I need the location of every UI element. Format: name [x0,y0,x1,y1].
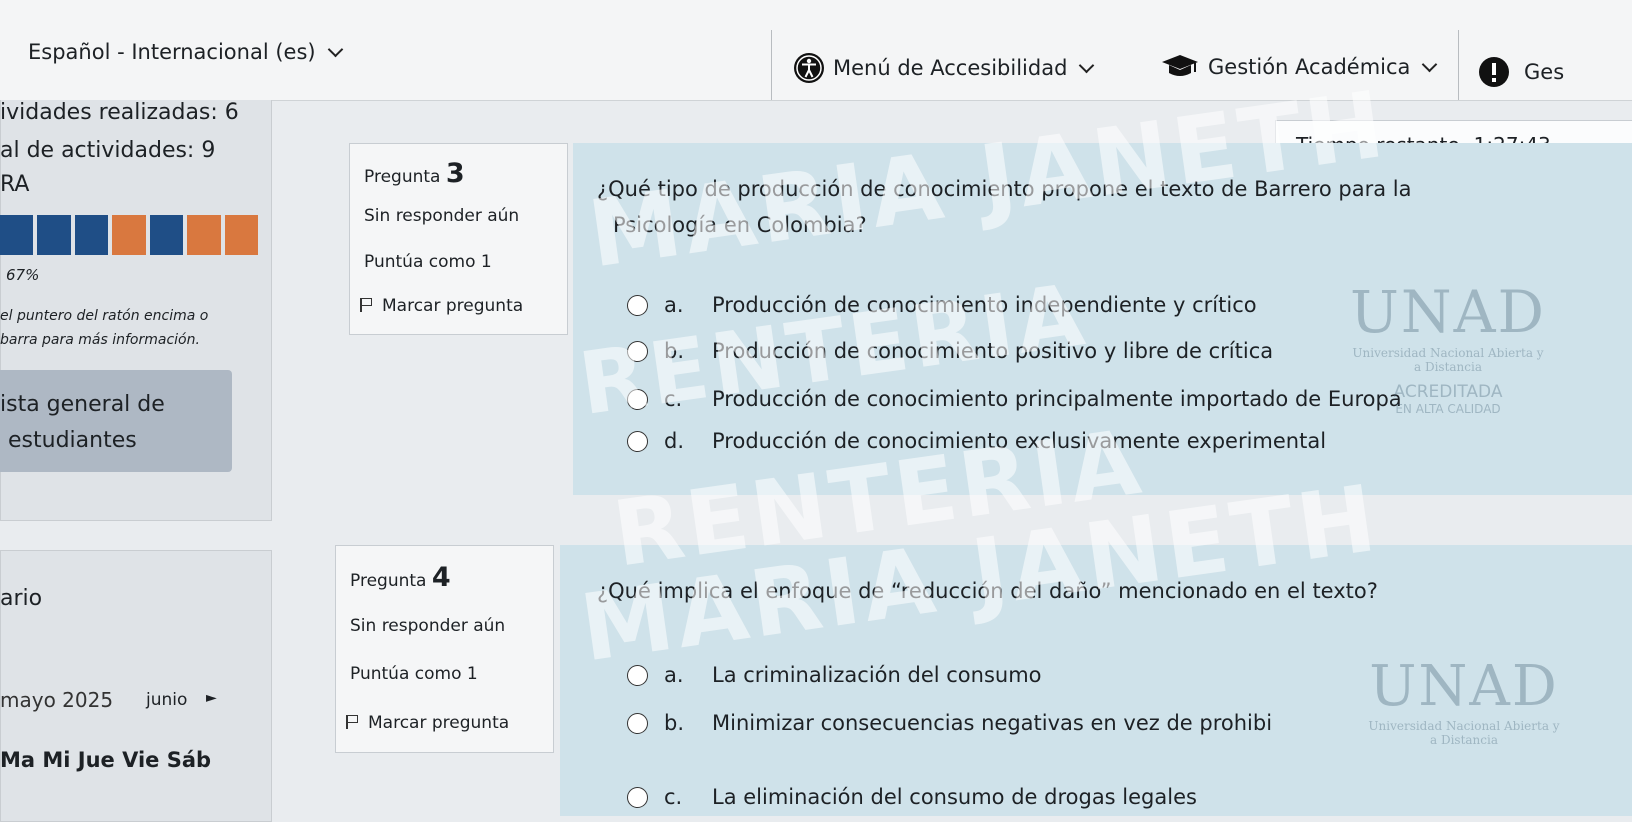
progress-segment [112,215,146,255]
radio-icon[interactable] [627,664,648,686]
unad-logo: UNAD Universidad Nacional Abierta y a Di… [1348,278,1548,416]
progress-segment [187,215,221,255]
logo-subtitle: Universidad Nacional Abierta y a Distanc… [1352,346,1544,374]
language-menu[interactable]: Español - Internacional (es) [28,40,343,64]
report-label-1: ista general de [0,392,165,417]
question-text-line-1: ¿Qué tipo de producción de conocimiento … [597,177,1412,201]
report-label-2: estudiantes [8,428,137,453]
answer-option[interactable]: c. La eliminación del consumo de drogas … [627,785,1197,809]
question-score: Puntúa como 1 [364,252,492,272]
question-number: Pregunta 3 [364,158,465,189]
progress-segment [224,215,258,255]
progress-percent: 67% [6,266,40,284]
logo-accreditation: ACREDITADA [1393,382,1503,402]
answer-option[interactable]: c. Producción de conocimiento principalm… [627,387,1402,411]
academic-menu[interactable]: Gestión Académica [1160,52,1438,82]
activity-progress-bar[interactable] [0,215,258,255]
answer-letter: c. [664,387,683,411]
hint-line-2: barra para más información. [0,332,200,348]
calendar-month: mayo 2025 [0,688,114,712]
question-3-info: Pregunta 3 Sin responder aún Puntúa como… [349,143,568,335]
chevron-down-icon [1079,57,1095,74]
accessibility-icon [794,53,824,83]
navbar-divider [771,30,772,100]
activities-done: ividades realizadas: 6 [0,100,239,125]
answer-letter: d. [664,429,685,453]
question-status: Sin responder aún [350,616,506,636]
flag-label: Marcar pregunta [382,296,524,316]
next-month-arrow-icon[interactable]: ► [206,690,217,706]
question-text-line-2: Psicología en Colombia? [613,213,867,237]
answer-letter: b. [664,339,685,363]
gestion-label: Ges [1524,60,1565,84]
answer-text: La eliminación del consumo de drogas leg… [712,785,1197,809]
flag-question-button[interactable]: Marcar pregunta [360,296,523,316]
progress-segment [37,215,71,255]
question-label: Pregunta [350,571,427,591]
chevron-down-icon [1422,56,1438,73]
unad-logo: UNAD Universidad Nacional Abierta y a Di… [1364,654,1564,747]
top-navbar: Español - Internacional (es) Menú de Acc… [0,0,1632,101]
radio-icon[interactable] [627,340,648,362]
radio-icon[interactable] [627,294,648,316]
activity-header: RA [0,172,30,197]
logo-accreditation-2: EN ALTA CALIDAD [1395,402,1501,416]
answer-option[interactable]: b. Producción de conocimiento positivo y… [627,339,1273,363]
progress-segment [149,215,184,255]
flag-icon [346,715,360,729]
language-label: Español - Internacional (es) [28,40,316,64]
flag-icon [360,298,374,312]
calendar-title: ario [0,586,43,611]
logo-name: UNAD [1349,278,1547,346]
left-sidebar: ividades realizadas: 6 al de actividades… [0,100,282,822]
answer-letter: c. [664,785,683,809]
question-number: Pregunta 4 [350,562,451,593]
logo-name: UNAD [1369,654,1559,719]
flag-question-button[interactable]: Marcar pregunta [346,713,509,733]
answer-option[interactable]: a. La criminalización del consumo [627,663,1042,687]
academic-label: Gestión Académica [1208,55,1411,79]
answer-text: Minimizar consecuencias negativas en vez… [712,711,1273,735]
student-overview-button[interactable]: ista general de estudiantes [0,370,232,472]
chevron-down-icon [327,41,343,58]
radio-icon[interactable] [627,388,648,410]
question-label: Pregunta [364,167,441,187]
answer-option[interactable]: b. Minimizar consecuencias negativas en … [627,711,1272,735]
question-text-line-1: ¿Qué implica el enfoque de “reducción de… [597,579,1378,603]
answer-letter: a. [664,663,684,687]
radio-icon[interactable] [627,786,648,808]
answer-letter: a. [664,293,684,317]
hint-line-1: el puntero del ratón encima o [0,308,209,324]
activities-total: al de actividades: 9 [0,138,216,163]
question-number-value: 3 [445,158,465,189]
answer-option[interactable]: d. Producción de conocimiento exclusivam… [627,429,1326,453]
accessibility-label: Menú de Accesibilidad [833,56,1068,80]
graduation-cap-icon [1162,55,1198,76]
calendar-weekdays: Ma Mi Jue Vie Sáb [0,748,212,772]
answer-text: Producción de conocimiento independiente… [712,293,1257,317]
question-number-value: 4 [431,562,451,593]
answer-text: Producción de conocimiento principalment… [712,387,1402,411]
progress-segment [74,215,109,255]
answer-text: Producción de conocimiento exclusivament… [712,429,1327,453]
answer-text: Producción de conocimiento positivo y li… [712,339,1274,363]
radio-icon[interactable] [627,430,648,452]
radio-icon[interactable] [627,712,648,734]
question-4-info: Pregunta 4 Sin responder aún Puntúa como… [335,545,554,753]
calendar-next-month[interactable]: junio [146,690,187,710]
question-status: Sin responder aún [364,206,520,226]
accessibility-menu[interactable]: Menú de Accesibilidad [793,52,1095,84]
answer-letter: b. [664,711,685,735]
progress-segment [0,215,34,255]
answer-option[interactable]: a. Producción de conocimiento independie… [627,293,1257,317]
answer-text: La criminalización del consumo [712,663,1042,687]
navbar-divider [1458,30,1459,100]
question-score: Puntúa como 1 [350,664,478,684]
flag-label: Marcar pregunta [368,713,510,733]
alert-icon [1479,57,1509,87]
gestion-menu[interactable]: Ges [1478,56,1564,88]
logo-subtitle: Universidad Nacional Abierta y a Distanc… [1368,719,1560,747]
